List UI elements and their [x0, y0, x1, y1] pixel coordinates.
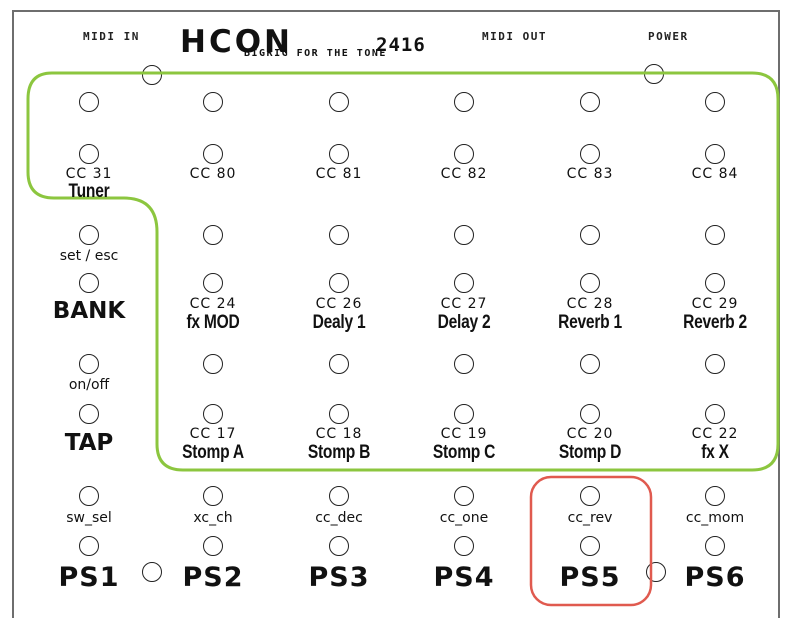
ps2-switch[interactable] — [203, 536, 223, 556]
cc-low-label: CC 17 — [189, 426, 237, 442]
mid-name-label: Dealy 1 — [312, 312, 366, 333]
mid-name-label: Reverb 1 — [558, 312, 622, 333]
ps3-switch[interactable] — [329, 536, 349, 556]
ps4-small-label: cc_one — [439, 510, 489, 526]
switch-c4-low[interactable] — [454, 404, 474, 424]
ps6-small-label: cc_mom — [685, 510, 745, 526]
ps1-led — [79, 486, 99, 506]
tap-small-label: on/off — [68, 377, 110, 393]
mid-name-label: Delay 2 — [437, 312, 491, 333]
cc-mid-label: CC 28 — [566, 296, 614, 312]
ps5-label: PS5 — [559, 562, 621, 593]
ps4-led — [454, 486, 474, 506]
switch-c3-mid[interactable] — [329, 273, 349, 293]
assignable-group-outline — [26, 71, 780, 472]
switch-c5-mid[interactable] — [580, 273, 600, 293]
low-name-label: Stomp A — [182, 442, 244, 463]
ps3-label: PS3 — [308, 562, 370, 593]
cc-mid-label: CC 24 — [189, 296, 237, 312]
led-left-row1 — [79, 92, 99, 112]
low-name-label: fx X — [701, 442, 729, 463]
switch-c5-top[interactable] — [580, 144, 600, 164]
low-name-label: Stomp B — [307, 442, 371, 463]
switch-c2-low[interactable] — [203, 404, 223, 424]
cc-mid-label: CC 26 — [315, 296, 363, 312]
led-c4-row5 — [454, 354, 474, 374]
tap-label: TAP — [64, 430, 114, 456]
led-c4-row1 — [454, 92, 474, 112]
ps5-switch[interactable] — [580, 536, 600, 556]
led-c2-row3 — [203, 225, 223, 245]
led-c3-row5 — [329, 354, 349, 374]
ps5-led — [580, 486, 600, 506]
ps2-led — [203, 486, 223, 506]
cc-mid-label: CC 29 — [691, 296, 739, 312]
cc-low-label: CC 20 — [566, 426, 614, 442]
cc-low-label: CC 18 — [315, 426, 363, 442]
cc-mid-label: CC 27 — [440, 296, 488, 312]
ps1-small-label: sw_sel — [66, 510, 112, 526]
bank-label: BANK — [52, 298, 126, 324]
ps5-small-label: cc_rev — [567, 510, 613, 526]
switch-c4-mid[interactable] — [454, 273, 474, 293]
mid-name-label: fx MOD — [186, 312, 240, 333]
ps6-label: PS6 — [684, 562, 746, 593]
cc-top-label: CC 82 — [440, 166, 488, 182]
led-c6-row5 — [705, 354, 725, 374]
led-c4-row3 — [454, 225, 474, 245]
switch-c3-top[interactable] — [329, 144, 349, 164]
led-c3-row3 — [329, 225, 349, 245]
switch-c2-mid[interactable] — [203, 273, 223, 293]
low-name-label: Stomp C — [432, 442, 496, 463]
led-c2-row1 — [203, 92, 223, 112]
tuner-cc-label: CC 31 — [65, 166, 113, 182]
cc-top-label: CC 80 — [189, 166, 237, 182]
cc-top-label: CC 81 — [315, 166, 363, 182]
ps4-label: PS4 — [433, 562, 495, 593]
low-name-label: Stomp D — [558, 442, 622, 463]
bank-small-label: set / esc — [59, 248, 119, 264]
switch-c5-low[interactable] — [580, 404, 600, 424]
led-c3-row1 — [329, 92, 349, 112]
cc-low-label: CC 19 — [440, 426, 488, 442]
ps1-label: PS1 — [58, 562, 120, 593]
ps6-switch[interactable] — [705, 536, 725, 556]
cc-top-label: CC 84 — [691, 166, 739, 182]
led-c2-row5 — [203, 354, 223, 374]
tuner-name-label: Tuner — [68, 181, 110, 202]
led-c6-row1 — [705, 92, 725, 112]
switch-c3-low[interactable] — [329, 404, 349, 424]
mid-name-label: Reverb 2 — [683, 312, 747, 333]
ps3-small-label: cc_dec — [315, 510, 363, 526]
ps4-switch[interactable] — [454, 536, 474, 556]
cc-top-label: CC 83 — [566, 166, 614, 182]
cc-low-label: CC 22 — [691, 426, 739, 442]
ps2-small-label: xc_ch — [193, 510, 233, 526]
led-c5-row5 — [580, 354, 600, 374]
led-c5-row1 — [580, 92, 600, 112]
led-c6-row3 — [705, 225, 725, 245]
switch-c2-top[interactable] — [203, 144, 223, 164]
switch-c6-mid[interactable] — [705, 273, 725, 293]
tuner-switch[interactable] — [79, 144, 99, 164]
tap-led — [79, 354, 99, 374]
ps1-switch[interactable] — [79, 536, 99, 556]
ps6-led — [705, 486, 725, 506]
switch-c4-top[interactable] — [454, 144, 474, 164]
tap-switch[interactable] — [79, 404, 99, 424]
ps2-label: PS2 — [182, 562, 244, 593]
ps3-led — [329, 486, 349, 506]
bank-switch[interactable] — [79, 273, 99, 293]
switch-c6-top[interactable] — [705, 144, 725, 164]
bank-led — [79, 225, 99, 245]
switch-c6-low[interactable] — [705, 404, 725, 424]
led-c5-row3 — [580, 225, 600, 245]
